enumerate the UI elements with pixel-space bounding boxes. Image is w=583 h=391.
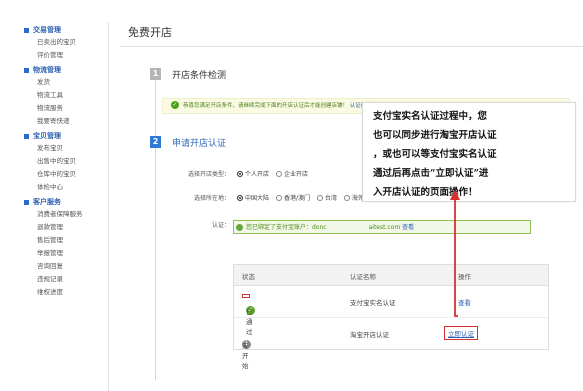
- alipay-bound-text: 您已绑定了支付宝账户：donc: [246, 224, 327, 231]
- table-row: ✓ 已通过 支付宝实名认证 查看: [234, 286, 548, 336]
- app-frame: 交易管理 已卖出的宝贝 评价管理 物流管理 发货 物流工具 物流服务 我要寄快递…: [0, 0, 583, 391]
- square-bullet-icon: [24, 134, 29, 139]
- annotation-line: 入开店认证的页面操作！: [373, 187, 478, 198]
- sidebar: 交易管理 已卖出的宝贝 评价管理 物流管理 发货 物流工具 物流服务 我要寄快递…: [0, 22, 109, 391]
- location-label: 选择所在地：: [193, 195, 230, 202]
- table-row: i 未开始 淘宝开店认证 立即认证: [234, 318, 548, 370]
- annotation-line: 也可以同步进行淘宝开店认证: [373, 130, 497, 141]
- sidebar-group-items: 宝贝管理 发布宝贝 出售中的宝贝 仓库中的宝贝 体检中心: [24, 131, 108, 194]
- sidebar-item-publish[interactable]: 发布宝贝: [24, 142, 108, 155]
- column-header-name: 认证名称: [350, 273, 376, 281]
- sidebar-group-header[interactable]: 交易管理: [24, 25, 108, 36]
- sidebar-group-customer: 客户服务 消费者保障服务 退款管理 售后管理 举报管理 咨询回复 违规记录 维权…: [24, 197, 108, 299]
- step-2-title: 申请开店认证: [172, 139, 227, 149]
- sidebar-item-protection[interactable]: 消费者保障服务: [24, 208, 108, 221]
- alipay-email-tail: aitest.com: [368, 224, 401, 231]
- sidebar-group-header[interactable]: 宝贝管理: [24, 131, 108, 142]
- view-link[interactable]: 查看: [402, 224, 414, 231]
- radio-overseas[interactable]: [343, 194, 350, 201]
- step-1-badge: 1: [150, 68, 161, 80]
- step-timeline: [155, 80, 156, 380]
- sidebar-item-reports[interactable]: 举报管理: [24, 247, 108, 260]
- radio-label: 香港/澳门: [283, 195, 310, 202]
- cert-name: 支付宝实名认证: [350, 299, 396, 307]
- check-circle-icon: ✓: [171, 100, 179, 109]
- square-bullet-icon: [24, 28, 29, 33]
- radio-mainland[interactable]: [237, 194, 243, 201]
- notice-text: 恭喜您满足开店条件，请继续完成下面的开店认证后才能创建店铺！: [183, 103, 349, 109]
- sidebar-group-trade: 交易管理 已卖出的宝贝 评价管理: [24, 25, 108, 62]
- sidebar-group-header[interactable]: 物流管理: [24, 65, 108, 76]
- sidebar-item-refunds[interactable]: 退款管理: [24, 221, 108, 234]
- sidebar-item-aftersale[interactable]: 售后管理: [24, 234, 108, 247]
- radio-taiwan[interactable]: [316, 194, 323, 201]
- radio-label: 台湾: [324, 195, 337, 202]
- store-type-label: 选择开店类型：: [187, 171, 230, 178]
- annotation-line: ，或也可以等支付宝实名认证: [373, 149, 497, 160]
- annotation-callout: 支付宝实名认证过程中，您 也可以同步进行淘宝开店认证 ，或也可以等支付宝实名认证…: [362, 102, 576, 202]
- verify-label: 认证：: [211, 222, 230, 229]
- check-circle-icon: [236, 224, 243, 231]
- radio-label: 中国大陆: [245, 195, 270, 202]
- square-bullet-icon: [24, 200, 29, 205]
- column-header-action: 操作: [458, 273, 471, 281]
- step-2-badge: 2: [150, 136, 161, 148]
- sidebar-item-violations[interactable]: 违规记录: [24, 273, 108, 286]
- sidebar-group-logistics: 物流管理 发货 物流工具 物流服务 我要寄快递: [24, 65, 108, 128]
- title-divider: [120, 46, 583, 47]
- radio-enterprise-store[interactable]: [275, 170, 282, 177]
- location-options: 中国大陆 香港/澳门 台湾 海外: [232, 193, 364, 202]
- sidebar-item-logistics-service[interactable]: 物流服务: [24, 102, 108, 115]
- annotation-line: 通过后再点击“立即认证”进: [373, 168, 489, 179]
- sidebar-item-reviews[interactable]: 评价管理: [24, 49, 108, 62]
- status-passed: ✓ 已通过: [242, 294, 255, 336]
- column-header-status: 状态: [242, 273, 255, 281]
- radio-label: 个人开店: [245, 171, 270, 178]
- sidebar-item-checkup[interactable]: 体检中心: [24, 181, 108, 194]
- page-title: 免费开店: [128, 26, 172, 39]
- view-cert-link[interactable]: 查看: [458, 297, 471, 307]
- sidebar-group-header[interactable]: 客户服务: [24, 197, 108, 208]
- certification-table: 状态 认证名称 操作 ✓ 已通过 支付宝实名认证 查看 i 未开始 淘宝开店认证 立…: [233, 264, 549, 370]
- radio-label: 企业开店: [283, 171, 308, 178]
- store-type-options: 个人开店 企业开店: [232, 169, 308, 178]
- cert-name: 淘宝开店认证: [350, 331, 389, 339]
- sidebar-item-dispute-progress[interactable]: 维权进度: [24, 286, 108, 299]
- sidebar-item-express[interactable]: 我要寄快递: [24, 115, 108, 128]
- alipay-bound-notice: 您已绑定了支付宝账户：donc aitest.com 查看: [233, 220, 531, 234]
- square-bullet-icon: [24, 68, 29, 73]
- certify-now-link[interactable]: 立即认证: [444, 326, 478, 340]
- sidebar-item-on-sale[interactable]: 出售中的宝贝: [24, 155, 108, 168]
- sidebar-item-logistics-tools[interactable]: 物流工具: [24, 89, 108, 102]
- radio-hk-macau[interactable]: [275, 194, 282, 201]
- sidebar-item-inquiries[interactable]: 咨询回复: [24, 260, 108, 273]
- sidebar-item-warehouse[interactable]: 仓库中的宝贝: [24, 168, 108, 181]
- sidebar-item-sold[interactable]: 已卖出的宝贝: [24, 36, 108, 49]
- sidebar-item-ship[interactable]: 发货: [24, 76, 108, 89]
- step-1-title: 开店条件检测: [172, 71, 227, 81]
- annotation-line: 支付宝实名认证过程中，您: [373, 111, 488, 122]
- radio-personal-store[interactable]: [237, 170, 243, 177]
- table-header: 状态 认证名称 操作: [234, 265, 548, 286]
